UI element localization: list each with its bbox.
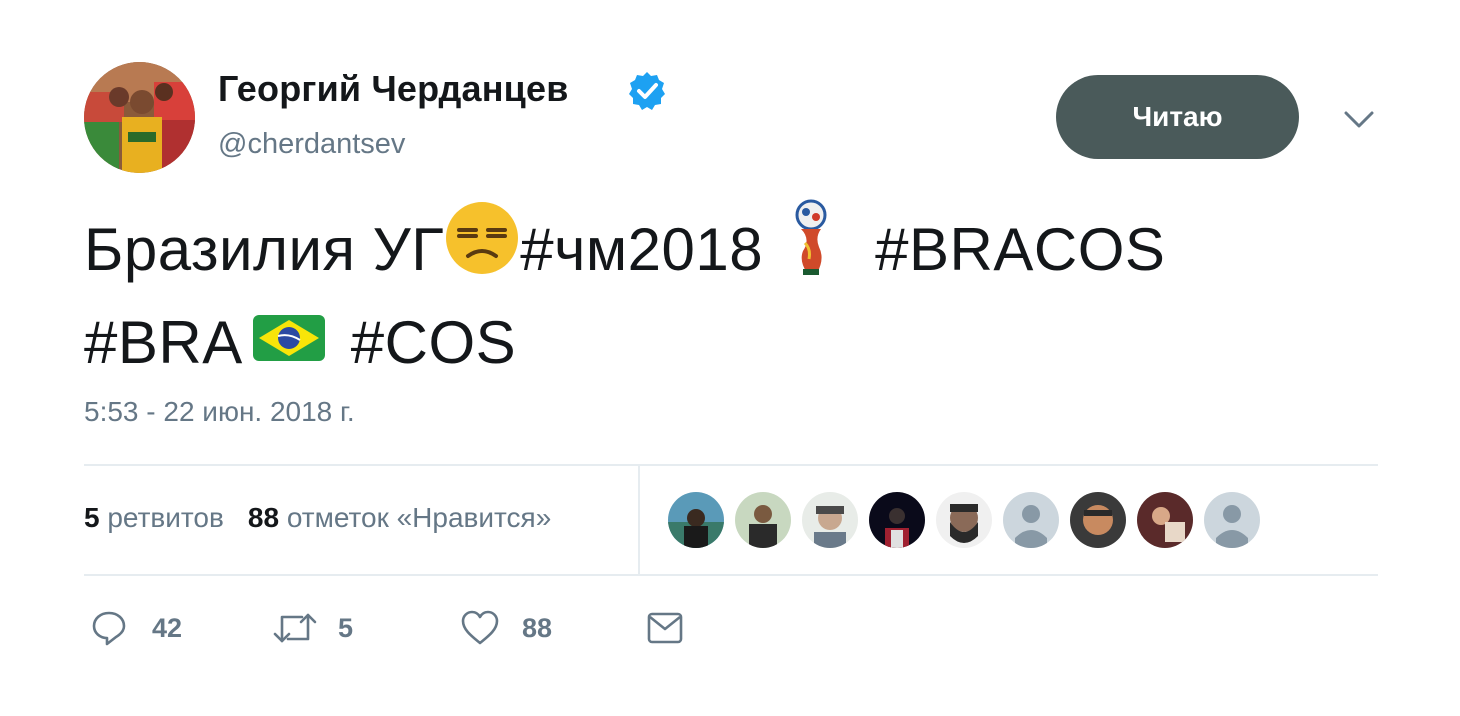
hashtag-link[interactable]: #BRACOS [875, 216, 1165, 283]
retweets-stat[interactable]: 5 ретвитов [84, 502, 224, 533]
default-avatar-icon[interactable] [1204, 492, 1260, 548]
retweets-count: 5 [84, 502, 100, 533]
liker-avatar[interactable] [668, 492, 724, 548]
unamused-face-emoji-icon [444, 200, 520, 296]
tweet-text: Бразилия УГ #чм2018 #BRACOS #BRA #COS [84, 199, 1384, 387]
like-count: 88 [522, 612, 553, 643]
liker-avatar[interactable] [869, 492, 925, 548]
tweet-text-fragment: Бразилия УГ [84, 215, 445, 283]
avatar-photo-icon [84, 62, 195, 173]
divider [84, 464, 1378, 466]
tweet-text-line-2: #BRA #COS [84, 303, 1384, 387]
like-button[interactable]: 88 [460, 606, 552, 650]
hashtag-link[interactable]: #чм2018 [520, 216, 763, 283]
following-button[interactable]: Читаю [1056, 75, 1299, 159]
envelope-icon [647, 612, 683, 644]
liker-avatar[interactable] [1137, 492, 1193, 548]
hashtag-link[interactable]: #COS [351, 309, 516, 376]
brazil-flag-emoji-icon [252, 301, 325, 381]
likes-stat[interactable]: 88 отметок «Нравится» [248, 502, 551, 533]
reply-button[interactable]: 42 [90, 606, 182, 650]
hashtag-link[interactable]: #BRA [84, 309, 243, 376]
tweet-text-line-1: Бразилия УГ #чм2018 #BRACOS [84, 199, 1384, 303]
tweet-timestamp[interactable]: 5:53 - 22 июн. 2018 г. [84, 396, 355, 428]
retweet-icon [273, 613, 317, 643]
divider [84, 574, 1378, 576]
user-avatar[interactable] [84, 62, 195, 173]
world-cup-mascot-emoji-icon [791, 199, 831, 297]
verified-badge-icon [629, 72, 665, 110]
heart-icon [461, 610, 499, 645]
liker-avatar[interactable] [936, 492, 992, 548]
default-avatar-icon[interactable] [1003, 492, 1059, 548]
direct-message-button[interactable] [646, 606, 684, 650]
reply-count: 42 [152, 612, 183, 643]
tweet-stats: 5 ретвитов 88 отметок «Нравится» [84, 502, 551, 534]
divider-vertical [638, 466, 640, 574]
retweets-label: ретвитов [107, 502, 224, 533]
author-handle[interactable]: @cherdantsev [218, 128, 405, 161]
liker-avatar[interactable] [802, 492, 858, 548]
retweet-count: 5 [338, 612, 354, 643]
reply-icon [92, 611, 126, 646]
retweet-button[interactable]: 5 [272, 606, 353, 650]
likes-label: отметок «Нравится» [286, 502, 552, 533]
liker-avatar[interactable] [735, 492, 791, 548]
liker-avatar[interactable] [1070, 492, 1126, 548]
author-display-name[interactable]: Георгий Черданцев [218, 68, 569, 110]
likes-count: 88 [247, 502, 280, 533]
chevron-down-icon[interactable] [1340, 104, 1378, 134]
tweet-card: Георгий Черданцев @cherdantsev Читаю Бра… [0, 0, 1460, 716]
